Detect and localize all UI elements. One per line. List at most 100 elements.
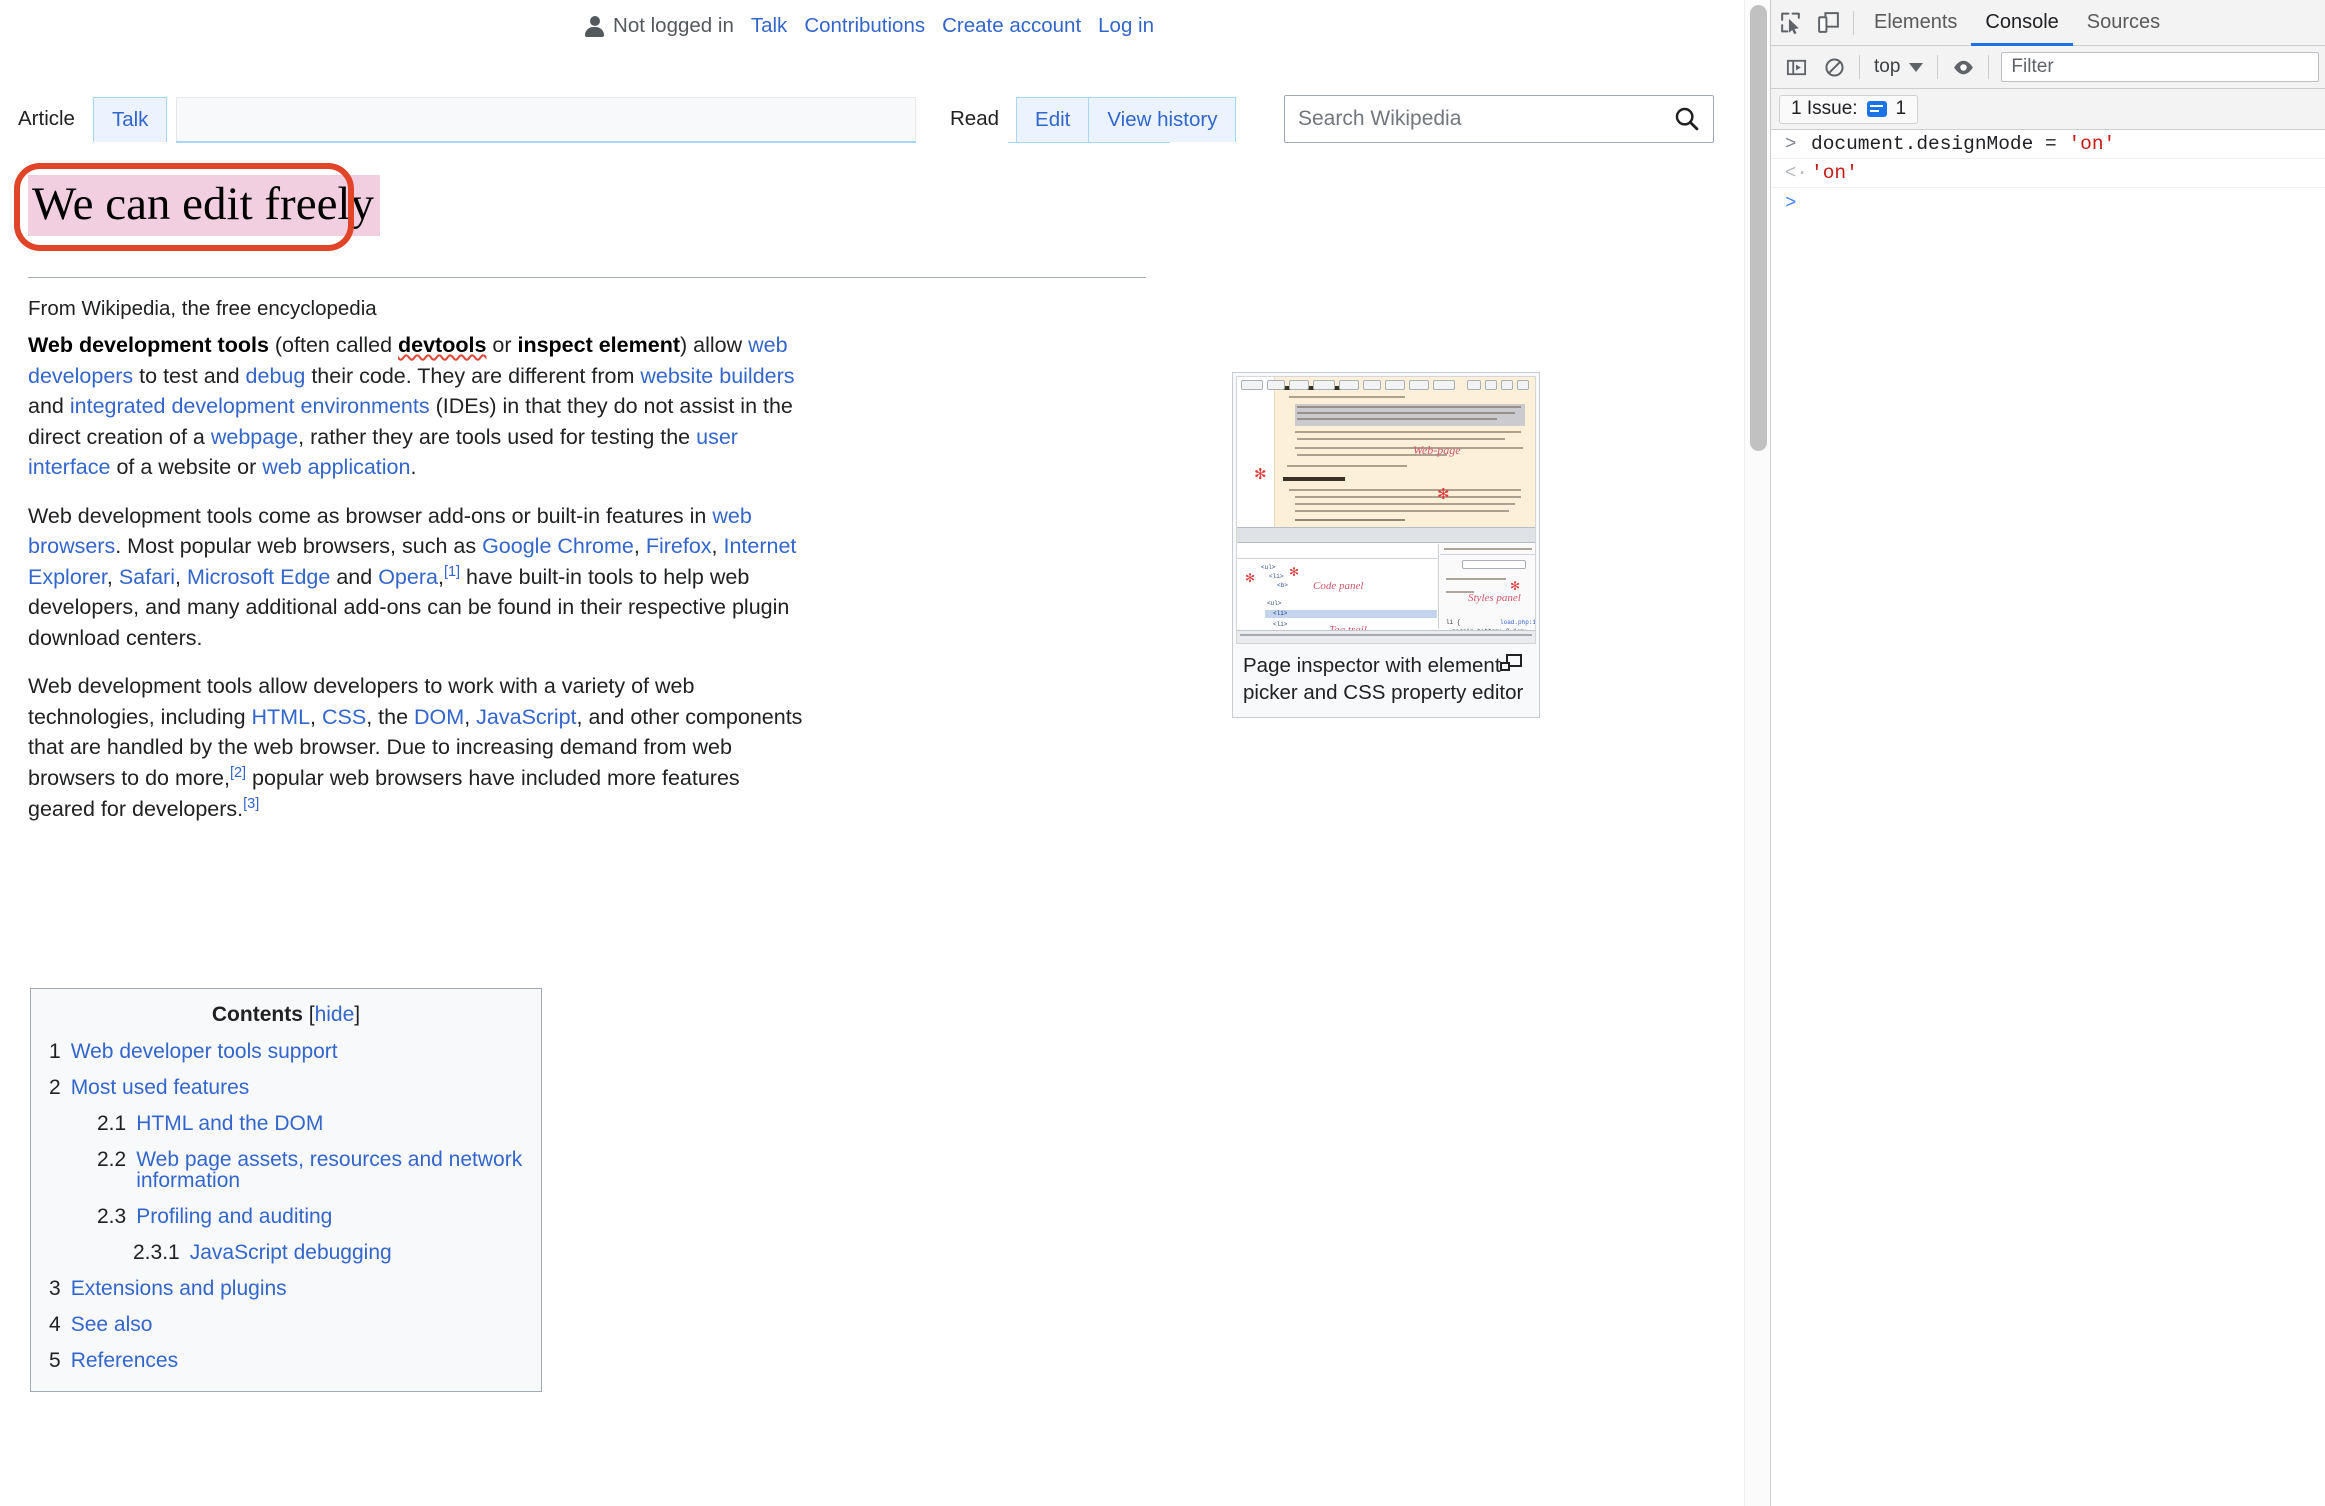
reference-3[interactable]: [3] <box>243 796 259 812</box>
thumb-toolbar-button <box>1289 380 1309 390</box>
toc-item-label[interactable]: Most used features <box>71 1077 250 1098</box>
console-prompt-row[interactable]: > <box>1771 188 2325 217</box>
toc-item[interactable]: 2.3.1 JavaScript debugging <box>49 1242 523 1263</box>
link-css[interactable]: CSS <box>322 705 366 729</box>
link-contributions[interactable]: Contributions <box>804 14 925 38</box>
thumb-line <box>1297 406 1521 408</box>
tab-view-history[interactable]: View history <box>1088 97 1237 142</box>
clear-console-icon[interactable] <box>1815 48 1853 86</box>
paragraph-2: Web development tools come as browser ad… <box>28 501 808 654</box>
device-toolbar-icon[interactable] <box>1809 4 1847 42</box>
toc-item-number: 2 <box>49 1076 61 1099</box>
tab-talk[interactable]: Talk <box>92 97 168 142</box>
tab-read[interactable]: Read <box>932 97 1018 142</box>
thumb-line <box>1295 519 1405 521</box>
page-title: We can edit freely <box>28 175 380 237</box>
p3-t3: , the <box>366 704 415 729</box>
issues-count: 1 <box>1895 98 1907 119</box>
link-ides[interactable]: integrated development environments <box>70 394 430 418</box>
tab-elements[interactable]: Elements <box>1860 0 1971 46</box>
link-dom[interactable]: DOM <box>414 705 464 729</box>
browser-viewport: Not logged in Talk Contributions Create … <box>0 0 1770 1506</box>
link-google-chrome[interactable]: Google Chrome <box>482 534 634 558</box>
link-web-application[interactable]: web application <box>262 455 410 479</box>
link-talk[interactable]: Talk <box>751 14 787 38</box>
thumb-line <box>1295 431 1521 433</box>
p3-t4: , <box>464 704 477 729</box>
thumb-toolbar-button <box>1517 380 1529 390</box>
toc-item[interactable]: 1 Web developer tools support <box>49 1041 523 1062</box>
link-microsoft-edge[interactable]: Microsoft Edge <box>187 565 330 589</box>
reference-1[interactable]: [1] <box>444 564 460 580</box>
thumb-star-marker: ✻ <box>1437 486 1450 503</box>
tab-sources-label: Sources <box>2086 11 2161 33</box>
toc-item-label[interactable]: Web page assets, resources and network i… <box>136 1149 523 1191</box>
search-button[interactable] <box>1661 96 1713 142</box>
toc-item-label[interactable]: Web developer tools support <box>71 1041 338 1062</box>
toc-item[interactable]: 5 References <box>49 1350 523 1371</box>
link-opera[interactable]: Opera <box>378 565 438 589</box>
console-output[interactable]: > document.designMode = 'on' <· 'on' > <box>1771 130 2325 217</box>
thumb-toolbar-button <box>1433 380 1455 390</box>
toc-item-label[interactable]: See also <box>71 1314 153 1335</box>
thumb-star-marker: ✻ <box>1289 565 1300 579</box>
tab-edit[interactable]: Edit <box>1016 97 1090 142</box>
link-firefox[interactable]: Firefox <box>646 534 712 558</box>
inspect-element-icon[interactable] <box>1771 4 1809 42</box>
thumb-line <box>1289 396 1405 398</box>
link-webpage[interactable]: webpage <box>211 425 298 449</box>
toc-item[interactable]: 2.3 Profiling and auditing <box>49 1206 523 1227</box>
enlarge-icon[interactable] <box>1500 654 1522 671</box>
toc-item[interactable]: 3 Extensions and plugins <box>49 1278 523 1299</box>
table-of-contents: Contents [hide] 1 Web developer tools su… <box>30 988 542 1392</box>
site-subtitle: From Wikipedia, the free encyclopedia <box>28 297 377 320</box>
live-expression-icon[interactable] <box>1944 48 1982 86</box>
thumb-line <box>1295 447 1523 449</box>
link-debug[interactable]: debug <box>246 364 306 388</box>
toc-item-number: 4 <box>49 1313 61 1336</box>
toc-hide-link[interactable]: hide <box>315 1003 355 1026</box>
toc-item[interactable]: 2 Most used features <box>49 1077 523 1098</box>
link-log-in[interactable]: Log in <box>1098 14 1154 38</box>
link-html[interactable]: HTML <box>252 705 311 729</box>
toc-item-number: 1 <box>49 1040 61 1063</box>
toc-item[interactable]: 2.1 HTML and the DOM <box>49 1113 523 1134</box>
console-filter-input[interactable] <box>2001 52 2319 82</box>
execution-context-dropdown[interactable]: top <box>1866 56 1931 78</box>
not-logged-in-label: Not logged in <box>613 14 734 37</box>
reference-1-label[interactable]: [1] <box>444 564 460 580</box>
thumb-toolbar-button <box>1501 380 1513 390</box>
toolbar-divider <box>1853 10 1854 35</box>
tab-sources[interactable]: Sources <box>2073 0 2174 46</box>
toc-item-label[interactable]: Profiling and auditing <box>136 1206 332 1227</box>
link-website-builders[interactable]: website builders <box>640 364 794 388</box>
toc-item-label[interactable]: JavaScript debugging <box>190 1242 392 1263</box>
link-safari[interactable]: Safari <box>119 565 175 589</box>
thumb-tag: <ul> <box>1261 564 1276 571</box>
tab-article[interactable]: Article <box>0 97 93 142</box>
reference-2[interactable]: [2] <box>230 765 246 781</box>
toc-item[interactable]: 4 See also <box>49 1314 523 1335</box>
tab-talk-label: Talk <box>111 107 149 131</box>
link-create-account[interactable]: Create account <box>942 14 1081 38</box>
console-input-row[interactable]: > document.designMode = 'on' <box>1771 130 2325 159</box>
search-input[interactable] <box>1285 96 1661 142</box>
search-box[interactable] <box>1284 95 1714 143</box>
issues-chip[interactable]: 1 Issue: 1 <box>1779 94 1919 124</box>
tab-view-history-label: View history <box>1107 107 1218 131</box>
page-scrollbar[interactable] <box>1744 0 1770 1506</box>
thumb-toolbar-button <box>1409 380 1429 390</box>
thumbnail-image[interactable]: Web-page ✻ ✻ <ul> <li> <b> <ul> <li> <li… <box>1236 376 1536 644</box>
toc-item-label[interactable]: References <box>71 1350 178 1371</box>
toc-item-label[interactable]: HTML and the DOM <box>136 1113 323 1134</box>
toc-item[interactable]: 2.2 Web page assets, resources and netwo… <box>49 1149 523 1191</box>
toc-item-label[interactable]: Extensions and plugins <box>71 1278 287 1299</box>
page-scrollbar-thumb[interactable] <box>1750 5 1767 451</box>
term-web-development-tools: Web development tools <box>28 333 269 357</box>
reference-2-label[interactable]: [2] <box>230 765 246 781</box>
tab-console[interactable]: Console <box>1971 0 2072 46</box>
reference-3-label[interactable]: [3] <box>243 796 259 812</box>
link-javascript[interactable]: JavaScript <box>476 705 576 729</box>
console-sidebar-icon[interactable] <box>1777 48 1815 86</box>
p2-t2: . Most popular web browsers, such as <box>115 534 483 559</box>
